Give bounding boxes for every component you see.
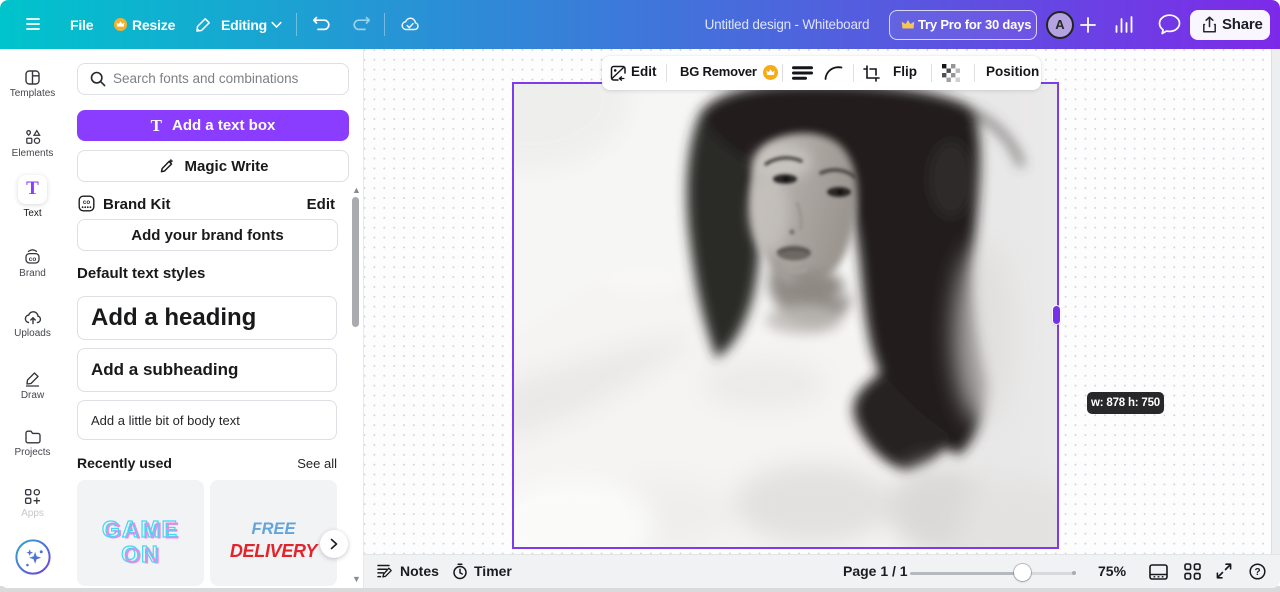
svg-text:?: ? <box>1254 567 1260 578</box>
svg-text:co: co <box>29 256 37 263</box>
svg-text:co: co <box>83 199 90 206</box>
